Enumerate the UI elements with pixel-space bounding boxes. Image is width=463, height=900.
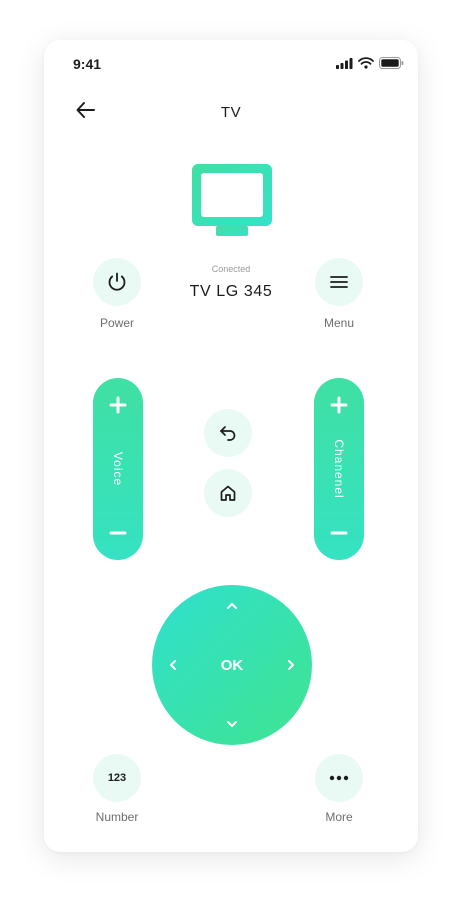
volume-down-button[interactable] <box>93 508 143 558</box>
dpad-right-button[interactable] <box>276 650 306 680</box>
wifi-icon <box>358 57 374 69</box>
hamburger-icon <box>330 276 348 288</box>
phone-frame: 9:41 TV Conected TV LG 345 Power Menu Vo… <box>44 40 418 852</box>
plus-icon <box>109 396 127 414</box>
volume-label: Voice <box>111 451 125 487</box>
chevron-left-icon <box>170 660 176 670</box>
chevron-down-icon <box>227 721 237 727</box>
status-icons <box>336 57 404 69</box>
page-title: TV <box>220 104 242 121</box>
dpad-left-button[interactable] <box>158 650 188 680</box>
menu-label: Menu <box>323 316 355 330</box>
signal-icon <box>336 57 353 69</box>
dots-icon <box>329 775 349 781</box>
channel-label: Chanenel <box>332 439 346 499</box>
number-text: 123 <box>107 772 127 784</box>
number-button[interactable]: 123 <box>93 754 141 802</box>
plus-icon <box>330 396 348 414</box>
more-button[interactable] <box>315 754 363 802</box>
volume-up-button[interactable] <box>93 380 143 430</box>
battery-icon <box>379 57 404 69</box>
minus-icon <box>330 531 348 535</box>
home-button[interactable] <box>204 469 252 517</box>
volume-control: Voice <box>93 378 143 560</box>
chevron-right-icon <box>288 660 294 670</box>
power-label: Power <box>99 316 134 330</box>
tv-icon <box>190 162 274 238</box>
more-label: More <box>325 810 353 824</box>
ok-button[interactable]: OK <box>207 650 257 680</box>
dpad-up-button[interactable] <box>217 591 247 621</box>
dpad: OK <box>152 585 312 745</box>
home-icon <box>220 485 236 501</box>
minus-icon <box>109 531 127 535</box>
menu-button[interactable] <box>315 258 363 306</box>
power-button[interactable] <box>93 258 141 306</box>
channel-up-button[interactable] <box>314 380 364 430</box>
undo-icon <box>220 426 236 441</box>
return-button[interactable] <box>204 409 252 457</box>
number-label: Number <box>95 810 139 824</box>
status-time: 9:41 <box>73 56 102 72</box>
power-icon <box>108 272 126 291</box>
chevron-up-icon <box>227 603 237 609</box>
channel-down-button[interactable] <box>314 508 364 558</box>
dpad-down-button[interactable] <box>217 709 247 739</box>
channel-control: Chanenel <box>314 378 364 560</box>
